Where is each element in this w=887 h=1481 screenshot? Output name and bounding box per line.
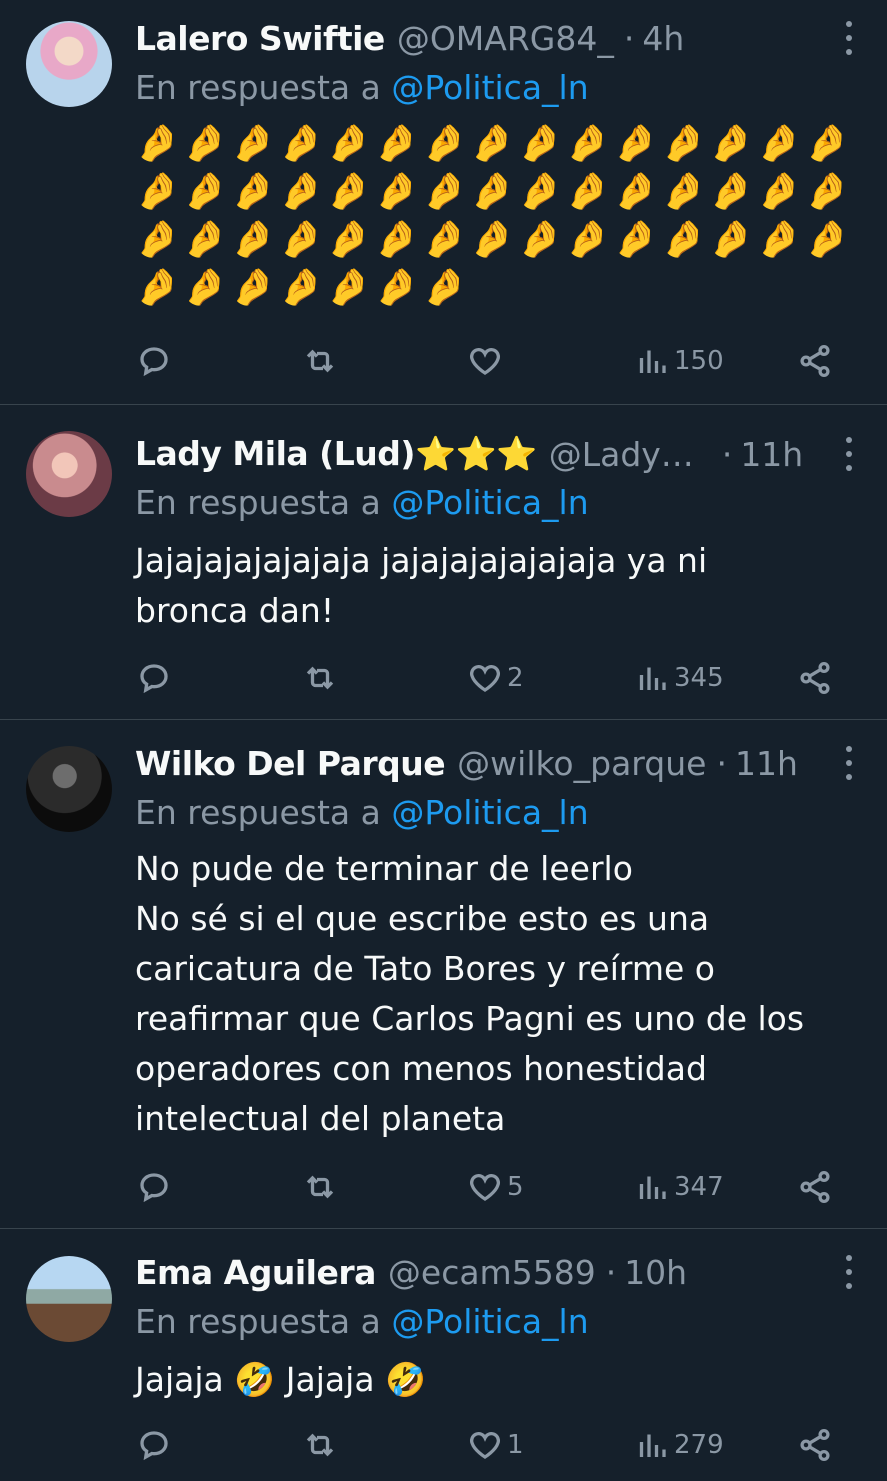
like-button[interactable]: 2 <box>467 658 524 698</box>
retweet-icon <box>306 666 334 690</box>
avatar[interactable] <box>26 21 112 107</box>
timestamp[interactable]: 4h <box>642 19 684 58</box>
heart-icon <box>470 348 500 375</box>
reply-to-link[interactable]: @Politica_ln <box>391 793 588 832</box>
separator-dot: · <box>721 434 733 474</box>
view-count: 150 <box>674 346 724 376</box>
retweet-icon <box>306 1175 334 1199</box>
reply-icon <box>140 1431 168 1461</box>
tweet[interactable]: Lalero Swiftie @OMARG84_ · 4h En respues… <box>0 0 887 404</box>
retweet-icon <box>306 1433 334 1457</box>
tweet-header: Lalero Swiftie @OMARG84_ · 4h <box>135 13 887 63</box>
retweet-button[interactable] <box>302 1167 338 1207</box>
user-handle[interactable]: @wilko_parque <box>457 744 706 783</box>
timestamp[interactable]: 11h <box>740 435 803 474</box>
like-count: 5 <box>507 1172 524 1202</box>
more-options-icon[interactable] <box>845 746 853 780</box>
reply-context: En respuesta a @Politica_ln <box>135 793 589 832</box>
tweet-header: Lady Mila (Lud)⭐⭐⭐ @Lady… · 11h <box>135 429 887 479</box>
reply-prefix: En respuesta a <box>135 793 381 832</box>
views-icon <box>639 1176 666 1199</box>
display-name[interactable]: Wilko Del Parque <box>135 744 446 783</box>
like-button[interactable]: 1 <box>467 1425 524 1465</box>
share-button[interactable] <box>797 341 833 381</box>
reply-button[interactable] <box>136 658 172 698</box>
views-icon <box>639 667 666 690</box>
tweet[interactable]: Wilko Del Parque @wilko_parque · 11h En … <box>0 720 887 1228</box>
share-icon <box>800 344 830 378</box>
heart-icon <box>470 1432 500 1459</box>
reply-context: En respuesta a @Politica_ln <box>135 1302 589 1341</box>
user-handle[interactable]: @ecam5589 <box>388 1253 596 1292</box>
reply-button[interactable] <box>136 341 172 381</box>
display-name[interactable]: Ema Aguilera <box>135 1253 376 1292</box>
share-icon <box>800 1428 830 1462</box>
like-count: 2 <box>507 663 524 693</box>
tweet-header: Wilko Del Parque @wilko_parque · 11h <box>135 738 887 788</box>
views-button[interactable]: 345 <box>634 658 724 698</box>
like-button[interactable] <box>467 341 507 381</box>
avatar[interactable] <box>26 431 112 517</box>
retweet-icon <box>306 349 334 373</box>
views-icon <box>639 1434 666 1457</box>
reply-to-link[interactable]: @Politica_ln <box>391 68 588 107</box>
views-icon <box>639 350 666 373</box>
more-options-icon[interactable] <box>845 21 853 55</box>
view-count: 279 <box>674 1430 724 1460</box>
retweet-button[interactable] <box>302 1425 338 1465</box>
share-button[interactable] <box>797 1167 833 1207</box>
views-button[interactable]: 150 <box>634 341 724 381</box>
views-button[interactable]: 279 <box>634 1425 724 1465</box>
retweet-button[interactable] <box>302 658 338 698</box>
user-handle[interactable]: @OMARG84_ <box>397 19 614 58</box>
separator-dot: · <box>605 1252 617 1292</box>
share-button[interactable] <box>797 1425 833 1465</box>
tweet-actions: 150 <box>0 341 887 381</box>
tweet-text: No pude de terminar de leerlo No sé si e… <box>135 849 805 1138</box>
heart-icon <box>470 1174 500 1201</box>
separator-dot: · <box>623 18 635 58</box>
reply-button[interactable] <box>136 1167 172 1207</box>
tweet-text: 🤌🤌🤌🤌🤌🤌🤌🤌🤌🤌🤌🤌🤌🤌🤌🤌🤌🤌🤌🤌🤌🤌🤌🤌🤌🤌🤌🤌🤌🤌🤌🤌🤌🤌🤌🤌🤌🤌🤌🤌… <box>135 123 853 308</box>
avatar[interactable] <box>26 1256 112 1342</box>
reply-button[interactable] <box>136 1425 172 1465</box>
reply-to-link[interactable]: @Politica_ln <box>391 1302 588 1341</box>
view-count: 345 <box>674 663 724 693</box>
view-count: 347 <box>674 1172 724 1202</box>
reply-prefix: En respuesta a <box>135 483 381 522</box>
reply-icon <box>140 1173 168 1203</box>
tweet[interactable]: Lady Mila (Lud)⭐⭐⭐ @Lady… · 11h En respu… <box>0 405 887 719</box>
reply-to-link[interactable]: @Politica_ln <box>391 483 588 522</box>
tweet-header: Ema Aguilera @ecam5589 · 10h <box>135 1247 887 1297</box>
display-name[interactable]: Lalero Swiftie <box>135 19 385 58</box>
timestamp[interactable]: 11h <box>735 744 798 783</box>
heart-icon <box>470 665 500 692</box>
user-handle[interactable]: @Lady… <box>549 435 694 474</box>
more-options-icon[interactable] <box>845 437 853 471</box>
tweet-actions: 2 345 <box>0 658 887 698</box>
retweet-button[interactable] <box>302 341 338 381</box>
reply-prefix: En respuesta a <box>135 1302 381 1341</box>
views-button[interactable]: 347 <box>634 1167 724 1207</box>
reply-context: En respuesta a @Politica_ln <box>135 483 589 522</box>
reply-context: En respuesta a @Politica_ln <box>135 68 589 107</box>
tweet[interactable]: Ema Aguilera @ecam5589 · 10h En respuest… <box>0 1229 887 1481</box>
reply-icon <box>140 347 168 377</box>
tweet-text: Jajaja 🤣 Jajaja 🤣 <box>135 1360 427 1399</box>
share-button[interactable] <box>797 658 833 698</box>
avatar[interactable] <box>26 746 112 832</box>
tweet-actions: 5 347 <box>0 1167 887 1207</box>
like-button[interactable]: 5 <box>467 1167 524 1207</box>
like-count: 1 <box>507 1430 524 1460</box>
reply-icon <box>140 664 168 694</box>
tweet-text: Jajajajajajajaja jajajajajajajaja ya ni … <box>135 541 708 630</box>
separator-dot: · <box>716 743 727 783</box>
timestamp[interactable]: 10h <box>624 1253 687 1292</box>
display-name[interactable]: Lady Mila (Lud)⭐⭐⭐ <box>135 434 537 474</box>
tweet-actions: 1 279 <box>0 1425 887 1465</box>
share-icon <box>800 661 830 695</box>
reply-prefix: En respuesta a <box>135 68 381 107</box>
more-options-icon[interactable] <box>845 1255 853 1289</box>
share-icon <box>800 1170 830 1204</box>
